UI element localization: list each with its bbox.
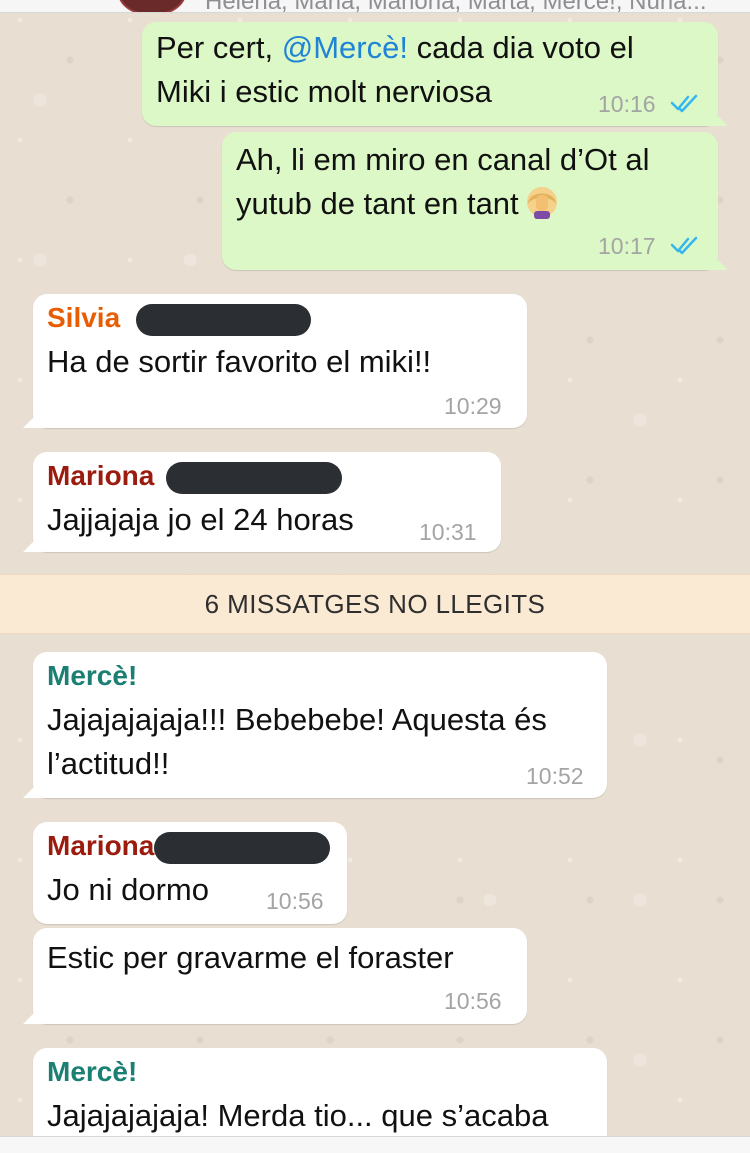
message-time: 10:31: [419, 519, 477, 545]
double-check-icon: [670, 93, 700, 113]
sender-name[interactable]: Mariona: [47, 828, 331, 864]
redacted-sender-name: [135, 303, 311, 336]
message-text: yutub de tant en tant: [236, 182, 561, 226]
message-text: Jajjajaja jo el 24 horas: [47, 502, 354, 537]
incoming-message[interactable]: Mercè! Jajajajajaja! Merda tio... que s’…: [33, 1048, 607, 1144]
chat-header[interactable]: Helena, Maria, Mariona, Marta, Mercè!, N…: [0, 0, 750, 13]
redacted-sender-name: [166, 461, 343, 494]
message-text: Ha de sortir favorito el miki!!: [47, 344, 432, 379]
message-text: Estic per gravarme el foraster: [47, 940, 454, 975]
face-palm-woman-icon: [523, 182, 561, 220]
message-time: 10:17: [598, 233, 656, 259]
message-text: Jajajajajaja! Merda tio... que s’acaba: [47, 1098, 549, 1133]
sender-name[interactable]: Silvia: [47, 300, 311, 336]
message-time: 10:56: [266, 888, 324, 914]
sender-name[interactable]: Mercè!: [47, 1054, 137, 1090]
sender-name[interactable]: Mariona: [47, 458, 343, 494]
message-text: Ah, li em miro en canal d’Ot al: [236, 142, 650, 177]
chat-input-edge: [0, 1136, 750, 1153]
message-time: 10:16: [598, 91, 656, 117]
incoming-message[interactable]: Mariona Jajjajaja jo el 24 horas 10:31: [33, 452, 501, 552]
group-members[interactable]: Helena, Maria, Mariona, Marta, Mercè!, N…: [205, 0, 707, 12]
message-text: Jo ni dormo: [47, 872, 209, 907]
message-text: l’actitud!!: [47, 746, 170, 781]
unread-messages-banner: 6 MISSATGES NO LLEGITS: [0, 574, 750, 634]
double-check-icon: [670, 235, 700, 255]
message-time: 10:52: [526, 763, 584, 789]
incoming-message[interactable]: Mercè! Jajajajajaja!!! Bebebebe! Aquesta…: [33, 652, 607, 798]
outgoing-message[interactable]: Per cert, @Mercè! cada dia voto el Miki …: [142, 22, 718, 126]
message-text: Miki i estic molt nerviosa: [156, 74, 492, 109]
redacted-sender-name: [154, 831, 331, 864]
mention-link[interactable]: @Mercè!: [282, 30, 408, 65]
incoming-message[interactable]: Estic per gravarme el foraster 10:56: [33, 928, 527, 1024]
message-time: 10:29: [444, 393, 502, 419]
outgoing-message[interactable]: Ah, li em miro en canal d’Ot al yutub de…: [222, 132, 718, 270]
message-text: Jajajajajaja!!! Bebebebe! Aquesta és: [47, 702, 547, 737]
incoming-message[interactable]: Mariona Jo ni dormo 10:56: [33, 822, 347, 924]
group-avatar[interactable]: [118, 0, 186, 12]
message-time: 10:56: [444, 988, 502, 1014]
incoming-message[interactable]: Silvia Ha de sortir favorito el miki!! 1…: [33, 294, 527, 428]
sender-name[interactable]: Mercè!: [47, 658, 137, 694]
message-text: Per cert, @Mercè! cada dia voto el: [156, 30, 634, 65]
